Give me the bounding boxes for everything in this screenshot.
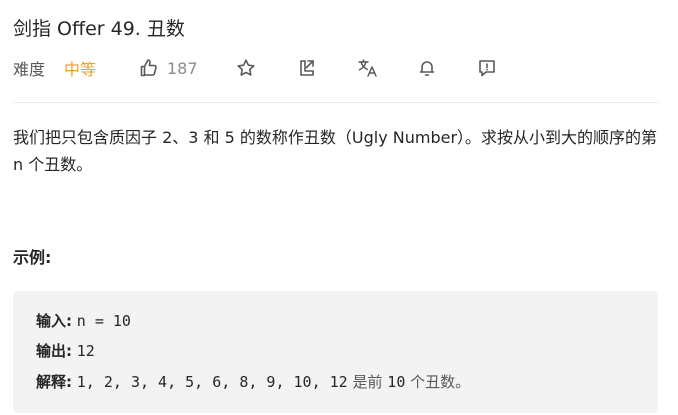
example-output-line: 输出: 12: [36, 340, 95, 362]
problem-title: 剑指 Offer 49. 丑数: [13, 18, 185, 40]
example-code-block: 输入: n = 10 输出: 12 解释: 1, 2, 3, 4, 5, 6, …: [13, 291, 658, 413]
explain-label: 解释:: [36, 373, 72, 391]
feedback-icon[interactable]: [475, 56, 499, 80]
difficulty-label: 难度: [13, 60, 46, 79]
translate-icon[interactable]: [356, 56, 380, 80]
output-value: 12: [76, 342, 95, 360]
thumb-up-icon: [139, 58, 159, 78]
bell-icon[interactable]: [415, 56, 439, 80]
output-label: 输出:: [36, 342, 72, 360]
explain-n: 10: [387, 373, 406, 391]
explain-sequence: 1, 2, 3, 4, 5, 6, 8, 9, 10, 12: [76, 373, 348, 391]
example-heading: 示例:: [13, 248, 52, 267]
input-label: 输入:: [36, 312, 72, 330]
star-icon[interactable]: [234, 56, 258, 80]
share-icon[interactable]: [295, 56, 319, 80]
explain-text-b: 个丑数。: [410, 373, 471, 391]
like-count: 187: [167, 58, 198, 78]
divider: [13, 102, 658, 103]
problem-description: 我们把只包含质因子 2、3 和 5 的数称作丑数（Ugly Number）。求按…: [13, 128, 658, 174]
example-input-line: 输入: n = 10: [36, 310, 131, 332]
problem-meta-bar: 难度 中等 187: [13, 56, 658, 80]
difficulty-value: 中等: [64, 60, 97, 79]
example-explanation-line: 解释: 1, 2, 3, 4, 5, 6, 8, 9, 10, 12 是前 10…: [36, 371, 470, 393]
like-button[interactable]: 187: [139, 56, 198, 80]
explain-text-a: 是前: [352, 373, 383, 391]
input-value: n = 10: [76, 312, 131, 330]
